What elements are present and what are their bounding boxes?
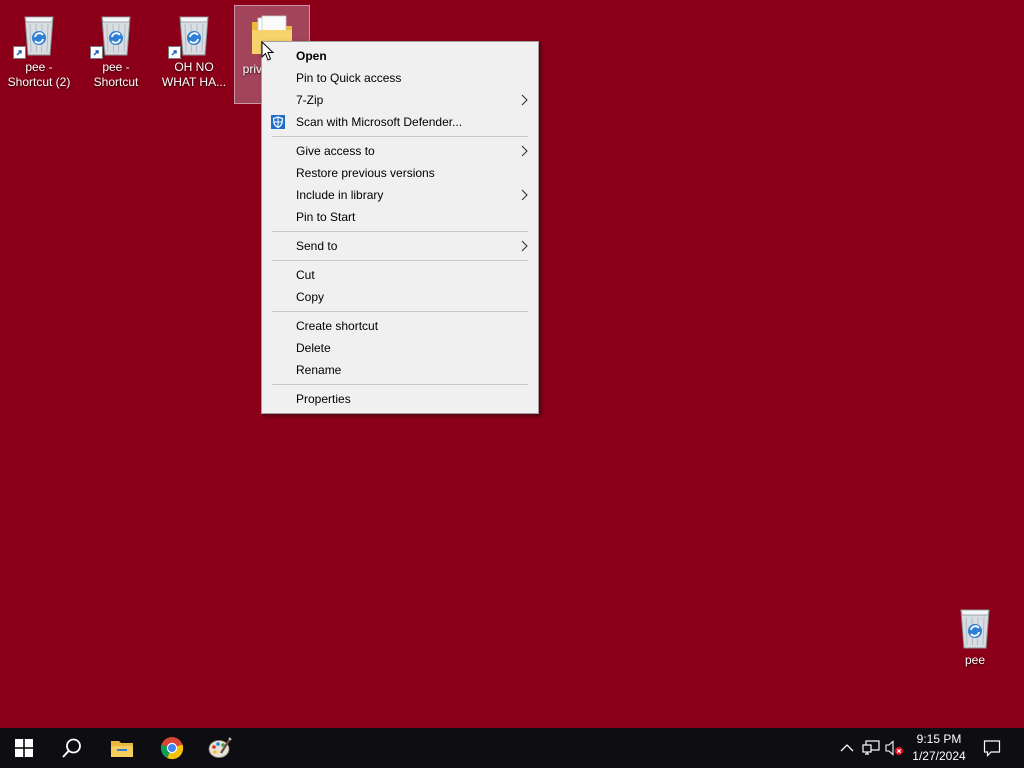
chevron-right-icon bbox=[521, 145, 528, 157]
paint-icon bbox=[208, 737, 232, 758]
chrome-icon bbox=[160, 737, 184, 760]
chevron-right-icon bbox=[521, 94, 528, 106]
menu-item-label: Restore previous versions bbox=[296, 166, 435, 180]
desktop-icon-pee-shortcut[interactable]: pee - Shortcut bbox=[79, 4, 153, 90]
clock-date: 1/27/2024 bbox=[912, 749, 966, 763]
recycle-bin-icon bbox=[168, 10, 218, 59]
menu-item-label: 7-Zip bbox=[296, 93, 324, 107]
menu-item-create-shortcut[interactable]: Create shortcut bbox=[262, 315, 538, 337]
desktop-icon-label: pee - Shortcut (2) bbox=[7, 60, 71, 89]
chrome-button[interactable] bbox=[148, 728, 196, 768]
file-explorer-icon bbox=[111, 741, 133, 757]
desktop-icon-label: OH NO WHAT HA... bbox=[161, 60, 227, 89]
menu-item-label: Rename bbox=[296, 363, 342, 377]
context-menu: Open Pin to Quick access 7-Zip Scan with… bbox=[261, 41, 539, 414]
desktop-icon-oh-no[interactable]: OH NO WHAT HA... bbox=[157, 4, 231, 90]
chevron-right-icon bbox=[521, 189, 528, 201]
desktop-icon-label: pee bbox=[964, 653, 986, 667]
menu-item-include-in-library[interactable]: Include in library bbox=[262, 184, 538, 206]
menu-item-label: Pin to Quick access bbox=[296, 71, 402, 85]
menu-item-label: Create shortcut bbox=[296, 319, 379, 333]
network-icon bbox=[862, 740, 880, 755]
menu-separator bbox=[272, 311, 528, 312]
menu-item-label: Copy bbox=[296, 290, 325, 304]
menu-separator bbox=[272, 231, 528, 232]
shortcut-arrow-icon bbox=[168, 46, 181, 59]
volume-muted-icon bbox=[885, 740, 903, 756]
menu-item-scan-with-defender[interactable]: Scan with Microsoft Defender... bbox=[262, 111, 538, 133]
shortcut-arrow-icon bbox=[13, 46, 26, 59]
menu-item-open[interactable]: Open bbox=[262, 45, 538, 67]
menu-item-label: Properties bbox=[296, 392, 351, 406]
menu-separator bbox=[272, 384, 528, 385]
desktop-icon-pee-shortcut-2[interactable]: pee - Shortcut (2) bbox=[2, 4, 76, 90]
menu-item-pin-to-quick-access[interactable]: Pin to Quick access bbox=[262, 67, 538, 89]
menu-item-label: Send to bbox=[296, 239, 338, 253]
shortcut-arrow-icon bbox=[90, 46, 103, 59]
menu-item-label: Delete bbox=[296, 341, 331, 355]
notification-icon bbox=[983, 740, 1001, 757]
menu-item-label: Pin to Start bbox=[296, 210, 356, 224]
menu-item-label: Scan with Microsoft Defender... bbox=[296, 115, 463, 129]
desktop[interactable]: pee - Shortcut (2) pee - Shortcut OH NO … bbox=[0, 0, 1024, 728]
menu-item-label: Open bbox=[296, 49, 327, 63]
menu-item-give-access-to[interactable]: Give access to bbox=[262, 140, 538, 162]
action-center-button[interactable] bbox=[982, 738, 1002, 758]
chevron-right-icon bbox=[521, 240, 528, 252]
menu-item-send-to[interactable]: Send to bbox=[262, 235, 538, 257]
menu-item-label: Give access to bbox=[296, 144, 375, 158]
menu-item-rename[interactable]: Rename bbox=[262, 359, 538, 381]
paint-button[interactable] bbox=[196, 728, 244, 768]
start-button[interactable] bbox=[0, 728, 48, 768]
recycle-bin-icon bbox=[90, 10, 140, 59]
chevron-up-icon bbox=[840, 744, 854, 752]
menu-item-cut[interactable]: Cut bbox=[262, 264, 538, 286]
search-button[interactable] bbox=[48, 728, 96, 768]
menu-item-delete[interactable]: Delete bbox=[262, 337, 538, 359]
recycle-bin-icon bbox=[13, 10, 63, 59]
menu-item-label: Include in library bbox=[296, 188, 384, 202]
menu-item-copy[interactable]: Copy bbox=[262, 286, 538, 308]
menu-item-properties[interactable]: Properties bbox=[262, 388, 538, 410]
windows-start-icon bbox=[15, 739, 33, 757]
show-hidden-icons-button[interactable] bbox=[837, 738, 857, 758]
desktop-icon-label: pee - Shortcut bbox=[93, 60, 139, 89]
menu-separator bbox=[272, 260, 528, 261]
search-icon bbox=[62, 738, 81, 758]
menu-item-pin-to-start[interactable]: Pin to Start bbox=[262, 206, 538, 228]
clock[interactable]: 9:15 PM 1/27/2024 bbox=[905, 731, 973, 765]
menu-item-restore-previous-versions[interactable]: Restore previous versions bbox=[262, 162, 538, 184]
desktop-icon-pee[interactable]: pee bbox=[938, 597, 1012, 668]
file-explorer-button[interactable] bbox=[98, 728, 146, 768]
clock-time: 9:15 PM bbox=[916, 732, 962, 746]
taskbar: 9:15 PM 1/27/2024 bbox=[0, 728, 1024, 768]
recycle-bin-icon bbox=[951, 603, 999, 651]
menu-separator bbox=[272, 136, 528, 137]
menu-item-label: Cut bbox=[296, 268, 315, 282]
menu-item-7-zip[interactable]: 7-Zip bbox=[262, 89, 538, 111]
defender-shield-icon bbox=[271, 115, 285, 129]
volume-button[interactable] bbox=[885, 738, 905, 758]
network-button[interactable] bbox=[861, 738, 881, 758]
